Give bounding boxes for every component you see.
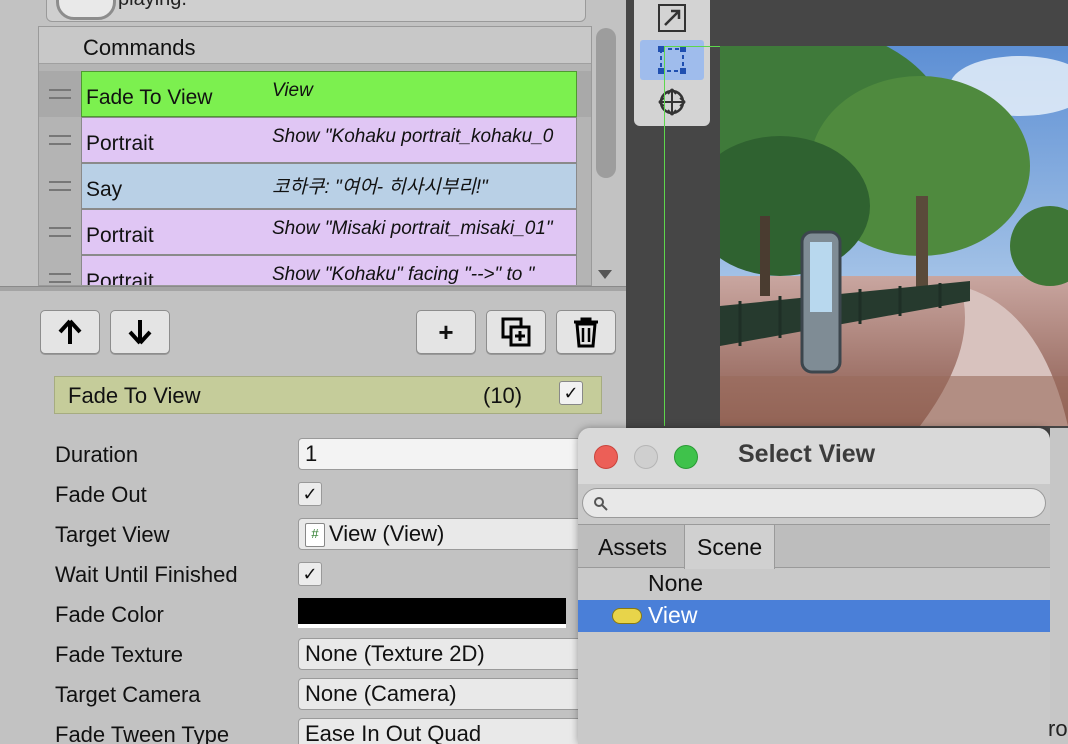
speech-bubble-icon xyxy=(56,0,116,20)
scrollbar-thumb[interactable] xyxy=(596,28,616,178)
command-header: Fade To View (10) ✓ xyxy=(54,376,602,414)
scroll-down-icon[interactable] xyxy=(598,270,612,279)
drag-handle-icon[interactable] xyxy=(49,89,71,99)
fade-texture-field[interactable]: None (Texture 2D) xyxy=(298,638,598,670)
fade-out-label: Fade Out xyxy=(55,482,147,507)
command-row-0[interactable]: Fade To View View xyxy=(39,71,591,117)
gameobject-icon xyxy=(612,608,642,624)
scene-background-image[interactable] xyxy=(720,46,1068,426)
command-summary: Show "Kohaku portrait_kohaku_0 xyxy=(272,126,554,147)
wait-until-finished-checkbox[interactable]: ✓ xyxy=(298,562,322,586)
command-cell[interactable]: Fade To View View xyxy=(81,71,577,117)
command-summary: Show "Kohaku" facing "-->" to " xyxy=(272,264,535,285)
edge-text: ro xyxy=(1048,716,1068,741)
target-view-label: Target View xyxy=(55,522,170,547)
park-background xyxy=(720,46,1068,426)
maximize-icon[interactable] xyxy=(674,445,698,469)
window-tabs: Assets Scene xyxy=(578,524,1050,569)
target-camera-label: Target Camera xyxy=(55,682,201,707)
list-item-view[interactable]: View xyxy=(578,600,1050,632)
trash-icon xyxy=(574,317,598,348)
move-up-button[interactable] xyxy=(40,310,100,354)
tab-scene[interactable]: Scene xyxy=(684,525,776,569)
command-name: Portrait xyxy=(86,270,154,286)
drag-handle-icon[interactable] xyxy=(49,135,71,145)
command-row-2[interactable]: Say 코하쿠: "여어- 히사시부리!" xyxy=(39,163,591,209)
arrow-down-icon xyxy=(128,320,152,345)
target-camera-field[interactable]: None (Camera) xyxy=(298,678,598,710)
command-summary: View xyxy=(272,80,313,101)
list-item-none[interactable]: None xyxy=(648,570,703,597)
command-index: (10) xyxy=(483,383,523,408)
add-command-button[interactable]: + xyxy=(416,310,476,354)
duplicate-icon xyxy=(501,317,531,347)
tab-assets[interactable]: Assets xyxy=(586,525,679,569)
list-item-label: View xyxy=(648,602,698,628)
rect-tool-icon xyxy=(658,46,686,74)
command-cell[interactable]: Portrait Show "Misaki portrait_misaki_01… xyxy=(81,209,577,255)
wait-until-finished-label: Wait Until Finished xyxy=(55,562,238,587)
fade-color-swatch[interactable] xyxy=(298,598,566,628)
scale-tool-button[interactable] xyxy=(640,0,704,38)
command-name: Portrait xyxy=(86,224,154,247)
command-name: Portrait xyxy=(86,132,154,155)
drag-handle-icon[interactable] xyxy=(49,181,71,191)
target-view-field[interactable]: # View (View) xyxy=(298,518,598,550)
window-title: Select View xyxy=(738,440,876,468)
search-input[interactable] xyxy=(582,488,1046,518)
script-icon: # xyxy=(305,523,325,548)
panel-divider[interactable] xyxy=(0,286,626,291)
commands-header: Commands xyxy=(39,27,591,64)
arrow-up-icon xyxy=(58,319,82,344)
scale-icon xyxy=(658,4,686,32)
view-bounds-left xyxy=(664,46,665,426)
command-title: Fade To View xyxy=(68,383,201,408)
duplicate-command-button[interactable] xyxy=(486,310,546,354)
select-view-window: Select View Assets Scene None View xyxy=(578,428,1050,744)
command-cell[interactable]: Portrait Show "Kohaku portrait_kohaku_0 xyxy=(81,117,577,163)
commands-title: Commands xyxy=(83,35,196,60)
move-down-button[interactable] xyxy=(110,310,170,354)
transform-tool-icon xyxy=(658,88,686,116)
description-text: playing. xyxy=(118,0,187,11)
duration-label: Duration xyxy=(55,442,139,467)
transform-tool-button[interactable] xyxy=(640,82,704,122)
command-name: Fade To View xyxy=(86,86,213,109)
delete-command-button[interactable] xyxy=(556,310,616,354)
command-summary: Show "Misaki portrait_misaki_01" xyxy=(272,218,553,239)
duration-field[interactable]: 1 xyxy=(298,438,598,470)
target-view-value: View (View) xyxy=(329,521,445,546)
command-cell[interactable]: Portrait Show "Kohaku" facing "-->" to " xyxy=(81,255,577,286)
close-icon[interactable] xyxy=(594,445,618,469)
fade-tween-type-dropdown[interactable]: Ease In Out Quad xyxy=(298,718,598,744)
command-enabled-checkbox[interactable]: ✓ xyxy=(559,381,583,405)
fade-texture-label: Fade Texture xyxy=(55,642,184,667)
fade-tween-type-label: Fade Tween Type xyxy=(55,722,230,744)
drag-handle-icon[interactable] xyxy=(49,227,71,237)
command-cell[interactable]: Say 코하쿠: "여어- 히사시부리!" xyxy=(81,163,577,209)
inspector-panel: playing. Commands Fade To View View Port… xyxy=(0,0,626,744)
command-summary: 코하쿠: "여어- 히사시부리!" xyxy=(272,177,488,198)
drag-handle-icon[interactable] xyxy=(49,273,71,283)
command-name: Say xyxy=(86,178,123,201)
command-row-4[interactable]: Portrait Show "Kohaku" facing "-->" to " xyxy=(39,255,591,286)
command-row-1[interactable]: Portrait Show "Kohaku portrait_kohaku_0 xyxy=(39,117,591,163)
fade-out-checkbox[interactable]: ✓ xyxy=(298,482,322,506)
fade-color-label: Fade Color xyxy=(55,602,164,627)
background-panel-edge xyxy=(1050,428,1068,744)
minimize-icon[interactable] xyxy=(634,445,658,469)
commands-list: Commands Fade To View View Portrait Show… xyxy=(38,26,592,286)
search-icon xyxy=(594,497,608,511)
window-titlebar[interactable]: Select View xyxy=(578,428,1050,484)
command-row-3[interactable]: Portrait Show "Misaki portrait_misaki_01… xyxy=(39,209,591,255)
